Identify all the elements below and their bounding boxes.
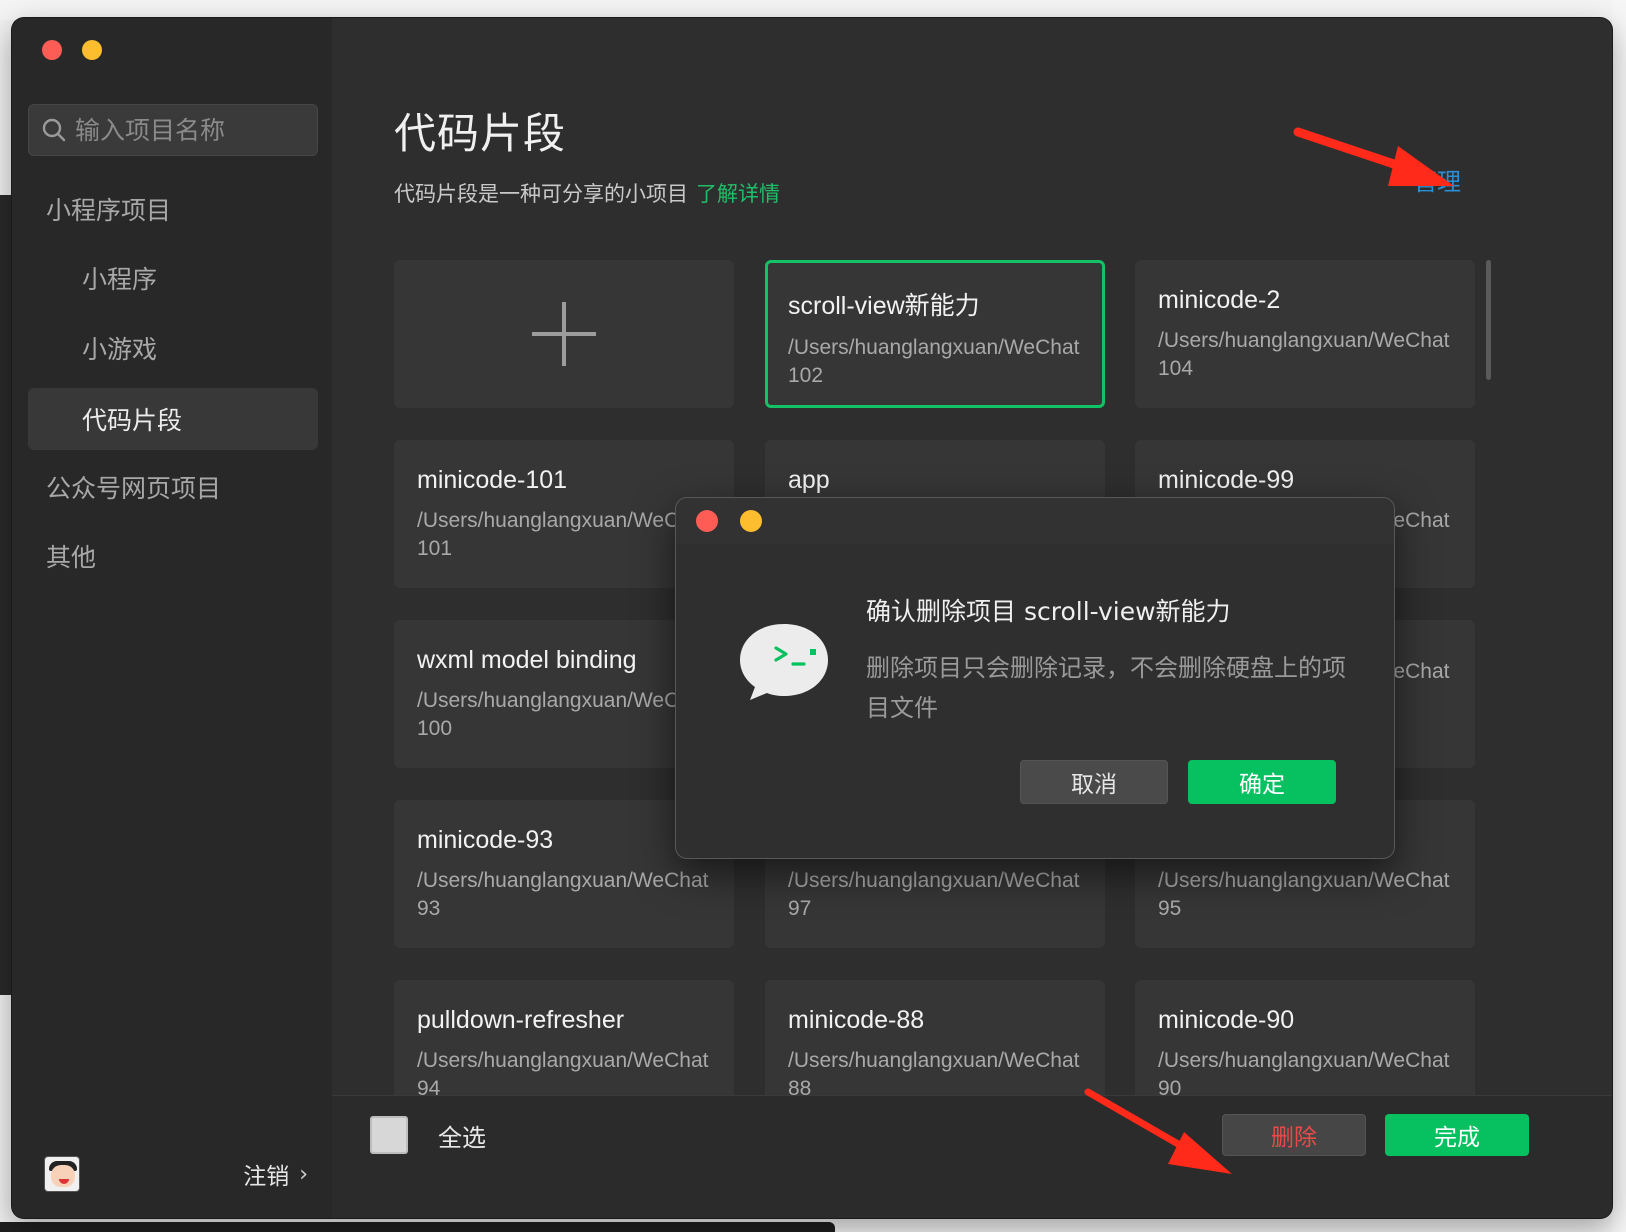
snippet-title: app bbox=[788, 466, 830, 494]
sidebar-item-label: 其他 bbox=[46, 543, 97, 572]
page-title: 代码片段 bbox=[394, 109, 567, 158]
snippet-path: /Users/huanglangxuan/WeChat bbox=[417, 509, 709, 532]
page-description: 代码片段是一种可分享的小项目 了解详情 bbox=[394, 178, 780, 208]
snippet-path: /Users/huanglangxuan/WeChat bbox=[788, 336, 1080, 359]
snippet-path: /Users/huanglangxuan/WeChat bbox=[788, 1049, 1080, 1072]
sidebar-item-label: 小游戏 bbox=[82, 335, 158, 364]
snippet-card[interactable]: minicode-2 /Users/huanglangxuan/WeChat 1… bbox=[1135, 260, 1475, 408]
search-icon bbox=[42, 118, 66, 142]
dialog-close-button[interactable] bbox=[696, 510, 718, 532]
sidebar-item-other[interactable]: 其他 bbox=[28, 525, 318, 587]
dialog-title: 确认删除项目 scroll-view新能力 bbox=[866, 597, 1231, 626]
snippet-id: 104 bbox=[1158, 357, 1194, 380]
select-all-checkbox[interactable] bbox=[370, 1116, 408, 1154]
scrollbar[interactable] bbox=[1486, 260, 1491, 380]
snippet-id: 93 bbox=[417, 897, 441, 920]
search-input[interactable] bbox=[75, 115, 305, 145]
snippet-id: 95 bbox=[1158, 897, 1182, 920]
sidebar-item-code-snippets[interactable]: 代码片段 bbox=[28, 388, 318, 450]
learn-more-link[interactable]: 了解详情 bbox=[696, 182, 780, 206]
close-window-button[interactable] bbox=[42, 40, 62, 60]
minimize-window-button[interactable] bbox=[82, 40, 102, 60]
dialog-titlebar bbox=[676, 498, 1394, 544]
snippet-title: scroll-view新能力 bbox=[788, 292, 980, 320]
dialog-confirm-button[interactable]: 确定 bbox=[1188, 760, 1336, 804]
new-snippet-card[interactable] bbox=[394, 260, 734, 408]
snippet-path: /Users/huanglangxuan/WeChat bbox=[417, 1049, 709, 1072]
sidebar-item-miniprogram[interactable]: 小程序 bbox=[28, 247, 318, 309]
sidebar-item-label: 小程序 bbox=[82, 265, 158, 294]
snippet-card[interactable]: scroll-view新能力 /Users/huanglangxuan/WeCh… bbox=[765, 260, 1105, 408]
done-button[interactable]: 完成 bbox=[1385, 1114, 1529, 1156]
snippet-path: /Users/huanglangxuan/WeChat bbox=[417, 689, 709, 712]
delete-button[interactable]: 删除 bbox=[1222, 1114, 1366, 1156]
snippet-title: minicode-90 bbox=[1158, 1006, 1295, 1034]
snippet-id: 97 bbox=[788, 897, 812, 920]
logout-button[interactable]: 注销 › bbox=[243, 1157, 308, 1191]
background-window-edge bbox=[0, 195, 12, 995]
project-search[interactable] bbox=[28, 104, 318, 156]
snippet-title: minicode-88 bbox=[788, 1006, 925, 1034]
manage-link[interactable]: 管理 bbox=[1413, 162, 1461, 197]
dialog-cancel-button[interactable]: 取消 bbox=[1020, 760, 1168, 804]
snippet-title: minicode-99 bbox=[1158, 466, 1295, 494]
snippet-title: minicode-101 bbox=[417, 466, 568, 494]
snippet-title: pulldown-refresher bbox=[417, 1006, 625, 1034]
snippet-path: /Users/huanglangxuan/WeChat bbox=[788, 869, 1080, 892]
sidebar-item-official-account-web[interactable]: 公众号网页项目 bbox=[28, 456, 318, 518]
snippet-path: /Users/huanglangxuan/WeChat bbox=[1158, 1049, 1450, 1072]
sidebar-footer: 注销 › bbox=[12, 1130, 332, 1218]
snippet-id: 102 bbox=[788, 364, 824, 387]
snippet-title: minicode-2 bbox=[1158, 286, 1281, 314]
sidebar-item-label: 小程序项目 bbox=[46, 196, 172, 225]
snippet-path: /Users/huanglangxuan/WeChat bbox=[1158, 329, 1450, 352]
logout-label: 注销 bbox=[243, 1164, 290, 1190]
sidebar-item-miniprogram-projects[interactable]: 小程序项目 bbox=[28, 178, 318, 240]
snippet-path: /Users/huanglangxuan/WeChat bbox=[417, 869, 709, 892]
sidebar-item-label: 公众号网页项目 bbox=[46, 474, 222, 503]
desktop-background-right bbox=[1612, 0, 1626, 1232]
desktop-background-top bbox=[0, 0, 1626, 20]
chevron-right-icon: › bbox=[299, 1161, 308, 1187]
sidebar-item-label: 代码片段 bbox=[82, 406, 183, 435]
delete-confirm-dialog: 确认删除项目 scroll-view新能力 删除项目只会删除记录，不会删除硬盘上… bbox=[675, 497, 1395, 859]
background-window-bottom bbox=[0, 1222, 835, 1232]
dialog-minimize-button[interactable] bbox=[740, 510, 762, 532]
select-all-label[interactable]: 全选 bbox=[438, 1118, 486, 1153]
devtools-chat-bubble-icon bbox=[740, 624, 828, 700]
avatar[interactable] bbox=[44, 1156, 80, 1192]
sidebar: 小程序项目 小程序 小游戏 代码片段 公众号网页项目 其他 注销 › bbox=[12, 18, 332, 1218]
bottom-action-bar: 全选 删除 完成 bbox=[332, 1095, 1612, 1218]
dialog-message: 删除项目只会删除记录，不会删除硬盘上的项目文件 bbox=[866, 654, 1346, 722]
description-text: 代码片段是一种可分享的小项目 bbox=[394, 182, 688, 206]
snippet-path: /Users/huanglangxuan/WeChat bbox=[1158, 869, 1450, 892]
sidebar-item-minigame[interactable]: 小游戏 bbox=[28, 317, 318, 379]
